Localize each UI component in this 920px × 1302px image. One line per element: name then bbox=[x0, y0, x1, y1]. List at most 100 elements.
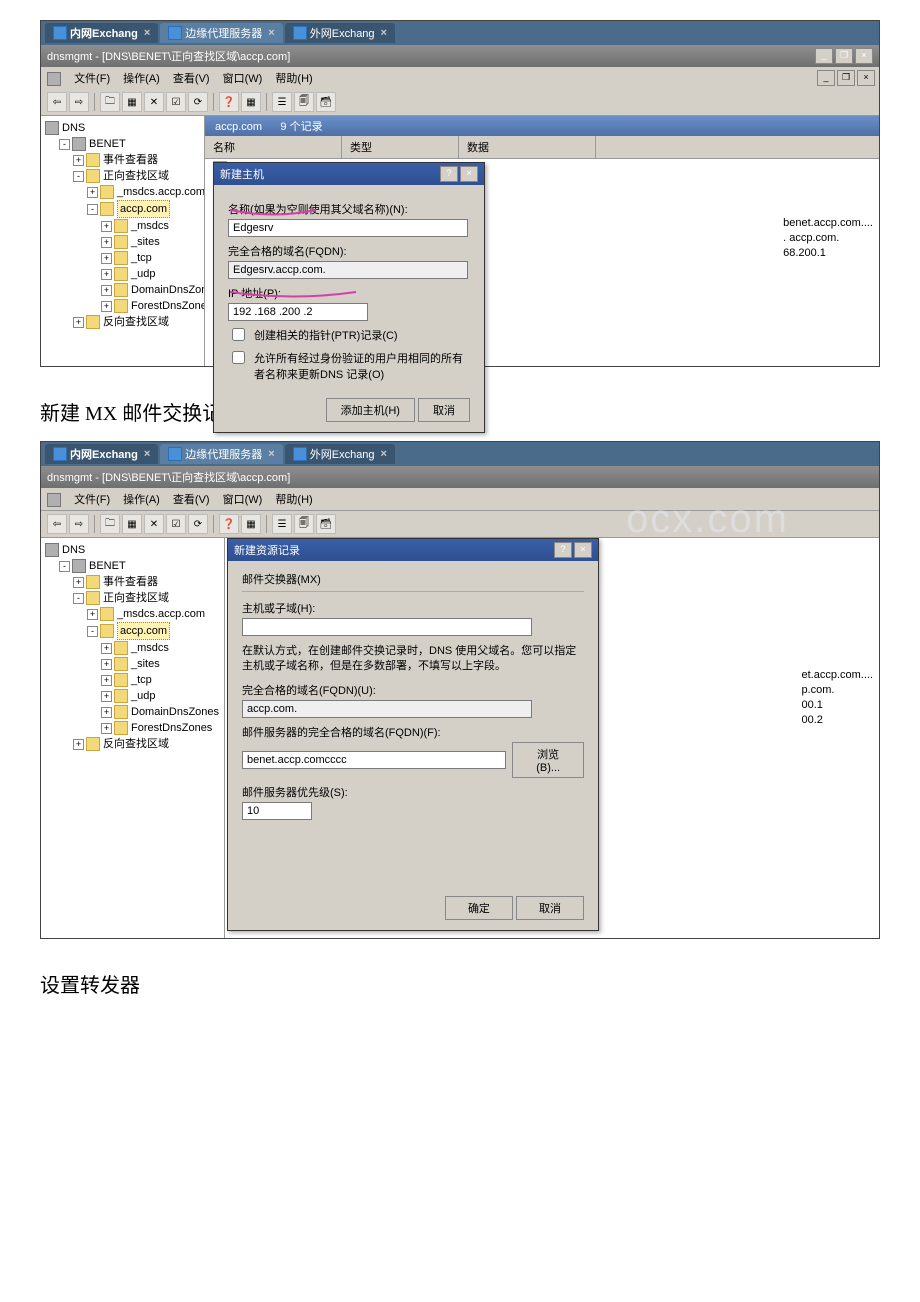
tree-sub[interactable]: +DomainDnsZones bbox=[45, 282, 200, 298]
close-button[interactable]: × bbox=[460, 166, 478, 182]
dialog-tab[interactable]: 邮件交换器(MX) bbox=[242, 571, 584, 592]
tree-server[interactable]: -BENET bbox=[45, 136, 200, 152]
child-maximize[interactable]: ❐ bbox=[837, 70, 855, 86]
tool-button[interactable]: 🗐 bbox=[294, 92, 314, 112]
tab-3[interactable]: 外网Exchang× bbox=[285, 444, 395, 464]
host-input[interactable] bbox=[242, 618, 532, 636]
tree-zone-selected[interactable]: -accp.com bbox=[45, 200, 200, 218]
back-button[interactable]: ⇦ bbox=[47, 92, 67, 112]
close-icon[interactable]: × bbox=[144, 27, 150, 39]
tab-1[interactable]: 内网Exchang× bbox=[45, 444, 158, 464]
hostname-input[interactable] bbox=[228, 219, 468, 237]
col-name[interactable]: 名称 bbox=[205, 136, 342, 158]
up-button[interactable]: 🗀 bbox=[100, 92, 120, 112]
tree-sub[interactable]: +_sites bbox=[45, 234, 200, 250]
tree-sub[interactable]: +_udp bbox=[45, 688, 220, 704]
menu-window[interactable]: 窗口(W) bbox=[223, 494, 263, 506]
mailserver-input[interactable] bbox=[242, 751, 506, 769]
close-button[interactable]: × bbox=[855, 48, 873, 64]
tree-sub[interactable]: +_msdcs bbox=[45, 640, 220, 656]
minimize-button[interactable]: _ bbox=[815, 48, 833, 64]
menu-file[interactable]: 文件(F) bbox=[74, 73, 110, 85]
refresh-button[interactable]: ⟳ bbox=[188, 514, 208, 534]
tool-button[interactable]: ▦ bbox=[122, 92, 142, 112]
menu-view[interactable]: 查看(V) bbox=[173, 73, 210, 85]
close-button[interactable]: × bbox=[574, 542, 592, 558]
tree-forward[interactable]: -正向查找区域 bbox=[45, 590, 220, 606]
close-icon[interactable]: × bbox=[381, 448, 387, 460]
up-button[interactable]: 🗀 bbox=[100, 514, 120, 534]
menu-action[interactable]: 操作(A) bbox=[123, 494, 160, 506]
forward-button[interactable]: ⇨ bbox=[69, 514, 89, 534]
close-icon[interactable]: × bbox=[144, 448, 150, 460]
tree-sub[interactable]: +_udp bbox=[45, 266, 200, 282]
tool-button[interactable]: ☰ bbox=[272, 92, 292, 112]
tree-sub[interactable]: +_tcp bbox=[45, 250, 200, 266]
back-button[interactable]: ⇦ bbox=[47, 514, 67, 534]
cancel-button[interactable]: 取消 bbox=[516, 896, 584, 920]
tool-button[interactable]: 🗃 bbox=[316, 514, 336, 534]
menu-help[interactable]: 帮助(H) bbox=[275, 494, 312, 506]
forward-button[interactable]: ⇨ bbox=[69, 92, 89, 112]
tree-sub[interactable]: +_sites bbox=[45, 656, 220, 672]
close-icon[interactable]: × bbox=[381, 27, 387, 39]
ok-button[interactable]: 确定 bbox=[445, 896, 513, 920]
tree-sub[interactable]: +ForestDnsZones bbox=[45, 720, 220, 736]
child-minimize[interactable]: _ bbox=[817, 70, 835, 86]
tool-button[interactable]: ▦ bbox=[241, 92, 261, 112]
tool-button[interactable]: ☑ bbox=[166, 514, 186, 534]
child-close[interactable]: × bbox=[857, 70, 875, 86]
tree-reverse[interactable]: +反向查找区域 bbox=[45, 736, 220, 752]
menu-action[interactable]: 操作(A) bbox=[123, 73, 160, 85]
tool-button[interactable]: ✕ bbox=[144, 92, 164, 112]
tree-server[interactable]: -BENET bbox=[45, 558, 220, 574]
add-host-button[interactable]: 添加主机(H) bbox=[326, 398, 415, 422]
list-data-fragment: et.accp.com....p.com.00.100.2 bbox=[801, 668, 873, 728]
close-icon[interactable]: × bbox=[268, 448, 274, 460]
tree-zone[interactable]: +_msdcs.accp.com bbox=[45, 606, 220, 622]
maximize-button[interactable]: ❐ bbox=[835, 48, 853, 64]
tree-zone-selected[interactable]: -accp.com bbox=[45, 622, 220, 640]
tree-event[interactable]: +事件查看器 bbox=[45, 152, 200, 168]
tree-reverse[interactable]: +反向查找区域 bbox=[45, 314, 200, 330]
ip-input[interactable] bbox=[228, 303, 368, 321]
browse-button[interactable]: 浏览(B)... bbox=[512, 742, 584, 778]
help-button[interactable]: ❓ bbox=[219, 514, 239, 534]
tree-zone[interactable]: +_msdcs.accp.com bbox=[45, 184, 200, 200]
help-button[interactable]: ? bbox=[554, 542, 572, 558]
menu-window[interactable]: 窗口(W) bbox=[223, 73, 263, 85]
refresh-button[interactable]: ⟳ bbox=[188, 92, 208, 112]
tree-sub[interactable]: +_msdcs bbox=[45, 218, 200, 234]
ptr-checkbox[interactable] bbox=[232, 328, 245, 341]
tree-event[interactable]: +事件查看器 bbox=[45, 574, 220, 590]
tool-button[interactable]: ▦ bbox=[241, 514, 261, 534]
menu-help[interactable]: 帮助(H) bbox=[275, 73, 312, 85]
tool-button[interactable]: 🗃 bbox=[316, 92, 336, 112]
tree-root[interactable]: DNS bbox=[45, 120, 200, 136]
help-button[interactable]: ? bbox=[440, 166, 458, 182]
tool-button[interactable]: ☰ bbox=[272, 514, 292, 534]
menu-file[interactable]: 文件(F) bbox=[74, 494, 110, 506]
cancel-button[interactable]: 取消 bbox=[418, 398, 470, 422]
tool-button[interactable]: ✕ bbox=[144, 514, 164, 534]
close-icon[interactable]: × bbox=[268, 27, 274, 39]
tree-forward[interactable]: -正向查找区域 bbox=[45, 168, 200, 184]
tool-button[interactable]: ☑ bbox=[166, 92, 186, 112]
tab-1[interactable]: 内网Exchang× bbox=[45, 23, 158, 43]
folder-icon bbox=[86, 737, 100, 751]
col-data[interactable]: 数据 bbox=[459, 136, 596, 158]
col-type[interactable]: 类型 bbox=[342, 136, 459, 158]
help-button[interactable]: ❓ bbox=[219, 92, 239, 112]
tool-button[interactable]: ▦ bbox=[122, 514, 142, 534]
tab-2[interactable]: 边缘代理服务器× bbox=[160, 444, 282, 464]
tree-root[interactable]: DNS bbox=[45, 542, 220, 558]
tree-sub[interactable]: +DomainDnsZones bbox=[45, 704, 220, 720]
tab-3[interactable]: 外网Exchang× bbox=[285, 23, 395, 43]
tree-sub[interactable]: +ForestDnsZones bbox=[45, 298, 200, 314]
priority-input[interactable] bbox=[242, 802, 312, 820]
allow-update-checkbox[interactable] bbox=[232, 351, 245, 364]
menu-view[interactable]: 查看(V) bbox=[173, 494, 210, 506]
tab-2[interactable]: 边缘代理服务器× bbox=[160, 23, 282, 43]
tree-sub[interactable]: +_tcp bbox=[45, 672, 220, 688]
tool-button[interactable]: 🗐 bbox=[294, 514, 314, 534]
